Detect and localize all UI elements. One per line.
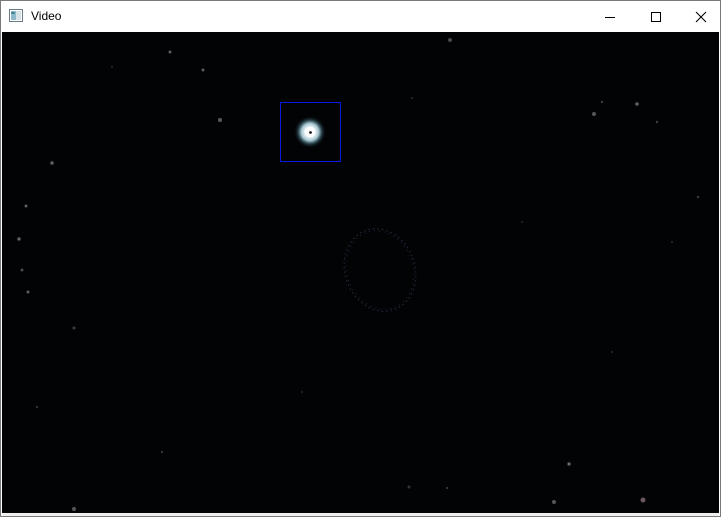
- video-frame[interactable]: [2, 32, 719, 513]
- close-button[interactable]: [678, 1, 721, 32]
- background-stars: [16, 38, 700, 511]
- window-title: Video: [31, 9, 62, 23]
- window-app-icon: [9, 9, 23, 22]
- tracked-star: [294, 116, 326, 148]
- maximize-button[interactable]: [633, 1, 679, 32]
- minimize-icon: [605, 16, 615, 18]
- close-icon: [695, 11, 707, 22]
- minimize-button[interactable]: [587, 1, 633, 32]
- title-bar[interactable]: Video: [1, 1, 720, 32]
- window-bottom-edge: [2, 513, 719, 516]
- video-frame-image: [16, 38, 700, 511]
- faint-ring: [343, 228, 417, 312]
- maximize-icon: [651, 11, 661, 22]
- video-window: Video: [0, 0, 721, 517]
